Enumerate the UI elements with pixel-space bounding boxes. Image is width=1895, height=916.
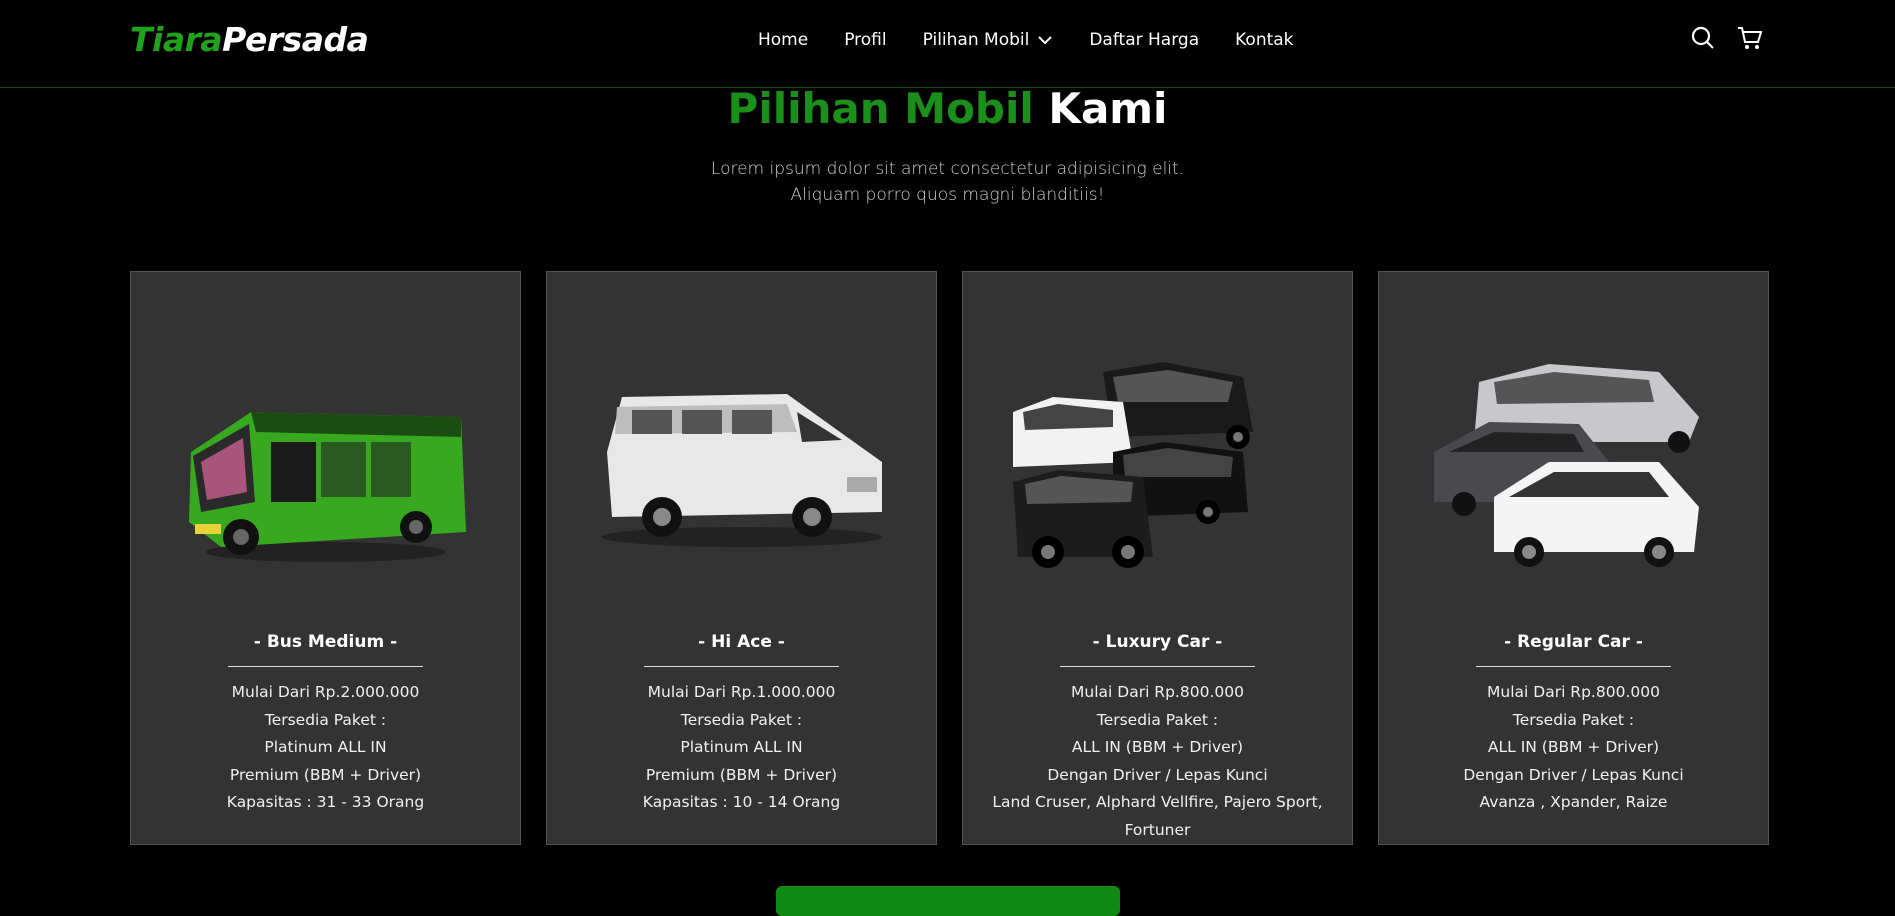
card-detail-line: ALL IN (BBM + Driver) xyxy=(1487,738,1660,756)
nav-profil[interactable]: Profil xyxy=(844,30,886,50)
card-divider xyxy=(1060,666,1255,667)
card-details: Mulai Dari Rp.800.000 Tersedia Paket : A… xyxy=(963,679,1352,844)
section-title: Pilihan Mobil Kami xyxy=(0,84,1895,133)
nav-pilihan-mobil[interactable]: Pilihan Mobil xyxy=(923,30,1054,50)
regular-cars-image xyxy=(1434,364,1699,567)
card-detail-line: Dengan Driver / Lepas Kunci xyxy=(1463,765,1684,784)
card-price: Mulai Dari Rp.2.000.000 xyxy=(231,683,420,701)
card-detail-line: Premium (BBM + Driver) xyxy=(645,765,838,784)
card-detail-line: Premium (BBM + Driver) xyxy=(229,765,422,784)
header-icons xyxy=(1691,26,1785,50)
section-title-white: Kami xyxy=(1048,84,1168,133)
nav-home[interactable]: Home xyxy=(758,30,808,50)
navbar: TiaraPersada Home Profil Pilihan Mobil D… xyxy=(0,0,1895,88)
card-divider xyxy=(228,666,423,667)
vehicle-cards: - Bus Medium - Mulai Dari Rp.2.000.000 T… xyxy=(130,271,1769,845)
white-van-image xyxy=(602,394,882,547)
card-luxury-car[interactable]: - Luxury Car - Mulai Dari Rp.800.000 Ter… xyxy=(962,271,1353,845)
cta-button[interactable] xyxy=(776,886,1120,916)
search-icon[interactable] xyxy=(1691,26,1715,50)
card-bus-medium[interactable]: - Bus Medium - Mulai Dari Rp.2.000.000 T… xyxy=(130,271,521,845)
card-details: Mulai Dari Rp.2.000.000 Tersedia Paket :… xyxy=(131,679,520,817)
nav-kontak[interactable]: Kontak xyxy=(1235,30,1293,50)
card-detail-line: Tersedia Paket : xyxy=(680,710,803,729)
subtitle-line-1: Lorem ipsum dolor sit amet consectetur a… xyxy=(710,159,1185,179)
card-title: - Bus Medium - xyxy=(253,632,398,652)
card-detail-line: Land Cruser, Alphard Vellfire, Pajero Sp… xyxy=(992,793,1323,839)
card-detail-line: Tersedia Paket : xyxy=(1096,710,1219,729)
section-subtitle: Lorem ipsum dolor sit amet consectetur a… xyxy=(0,156,1895,208)
subtitle-line-2: Aliquam porro quos magni blanditiis! xyxy=(790,185,1105,205)
luxury-cars-image xyxy=(1013,362,1253,568)
card-title: - Hi Ace - xyxy=(698,632,785,652)
card-detail-line: Kapasitas : 10 - 14 Orang xyxy=(642,793,841,811)
brand-part2: Persada xyxy=(222,20,369,59)
card-details: Mulai Dari Rp.1.000.000 Tersedia Paket :… xyxy=(547,679,936,817)
nav-pilihan-mobil-label: Pilihan Mobil xyxy=(922,30,1030,50)
card-price: Mulai Dari Rp.1.000.000 xyxy=(647,683,836,701)
card-title: - Luxury Car - xyxy=(1092,632,1223,652)
brand-part1: Tiara xyxy=(130,20,223,59)
card-detail-line: Platinum ALL IN xyxy=(264,738,387,756)
card-details: Mulai Dari Rp.800.000 Tersedia Paket : A… xyxy=(1379,679,1768,817)
card-detail-line: Tersedia Paket : xyxy=(1512,710,1635,729)
nav-links: Home Profil Pilihan Mobil Daftar Harga K… xyxy=(758,30,1294,50)
nav-daftar-harga[interactable]: Daftar Harga xyxy=(1089,30,1199,50)
card-detail-line: Kapasitas : 31 - 33 Orang xyxy=(226,793,425,811)
section-title-green: Pilihan Mobil xyxy=(727,84,1034,133)
card-detail-line: Avanza , Xpander, Raize xyxy=(1479,793,1668,811)
green-bus-image xyxy=(189,412,466,562)
card-divider xyxy=(1476,666,1671,667)
card-regular-car[interactable]: - Regular Car - Mulai Dari Rp.800.000 Te… xyxy=(1378,271,1769,845)
chevron-down-icon xyxy=(1038,36,1053,45)
card-divider xyxy=(644,666,839,667)
cart-icon[interactable] xyxy=(1737,26,1763,50)
card-price: Mulai Dari Rp.800.000 xyxy=(1487,683,1660,701)
card-detail-line: Dengan Driver / Lepas Kunci xyxy=(1047,765,1268,784)
card-hi-ace[interactable]: - Hi Ace - Mulai Dari Rp.1.000.000 Terse… xyxy=(546,271,937,845)
card-title: - Regular Car - xyxy=(1504,632,1643,652)
card-price: Mulai Dari Rp.800.000 xyxy=(1071,683,1244,701)
brand-logo[interactable]: TiaraPersada xyxy=(130,20,369,59)
card-detail-line: Tersedia Paket : xyxy=(264,710,387,729)
card-detail-line: Platinum ALL IN xyxy=(680,738,803,756)
card-detail-line: ALL IN (BBM + Driver) xyxy=(1071,738,1244,756)
